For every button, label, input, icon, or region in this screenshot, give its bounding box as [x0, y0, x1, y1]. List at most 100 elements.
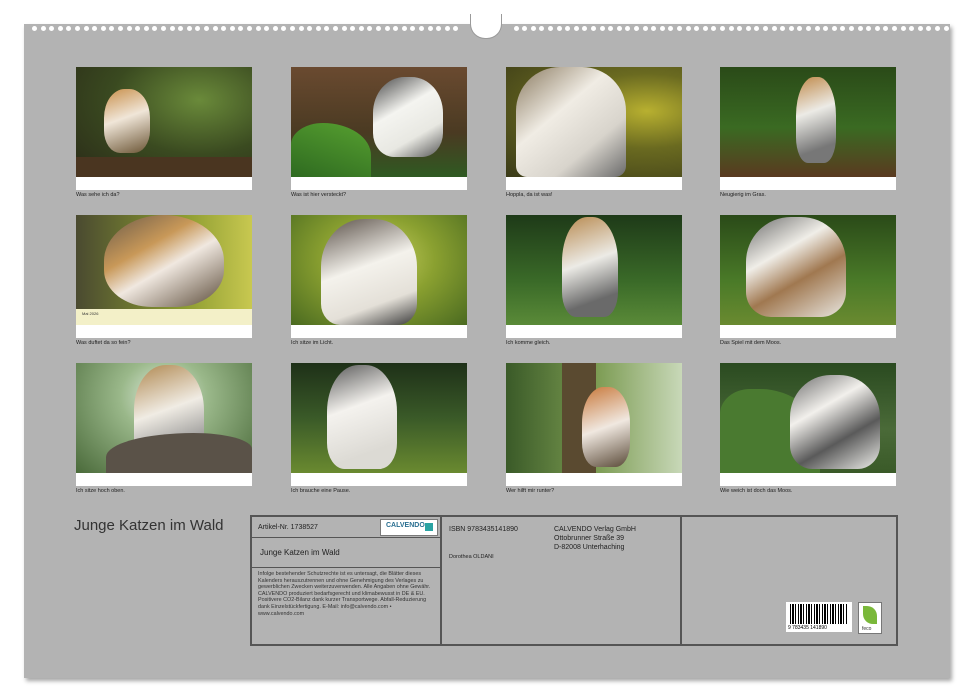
isbn: ISBN 9783435141890 [449, 526, 518, 533]
kitten-photo [76, 67, 252, 177]
binding-hole [892, 26, 897, 31]
mini-calendar-month: Mai 2026 [82, 311, 99, 316]
binding-hole [152, 26, 158, 31]
kitten-photo: Mai 2026 [76, 215, 252, 325]
binding-hole [195, 26, 201, 31]
calendar-tile[interactable]: Was sehe ich da? [76, 67, 252, 198]
product-title: Junge Katzen im Wald [260, 548, 340, 557]
binding-hole [221, 26, 227, 31]
kitten-photo [291, 67, 467, 177]
binding-hole [315, 26, 321, 31]
binding-hole [831, 26, 837, 31]
binding-hole [238, 26, 244, 31]
imprint-box: Artikel-Nr. 1738527 CALVENDO Junge Katze… [250, 515, 898, 646]
binding-hole [530, 26, 536, 31]
calendar-tile[interactable]: Das Spiel mit dem Moos. [720, 215, 896, 346]
barcode-number: 9 783435 141890 [788, 625, 827, 631]
leaf-icon [863, 606, 877, 624]
calendar-tile[interactable]: Ich sitze im Licht. [291, 215, 467, 346]
tile-caption: Wer hilft mir runter? [506, 488, 555, 494]
calendar-tile[interactable]: Wie weich ist doch das Moos. [720, 363, 896, 494]
binding-hole [376, 26, 381, 31]
binding-hole [909, 26, 915, 31]
binding-hole [178, 26, 184, 31]
binding-hole [229, 26, 235, 31]
binding-hole [427, 26, 433, 31]
binding-hole [849, 26, 854, 31]
binding-hole [444, 26, 450, 31]
binding-hole [247, 26, 252, 31]
binding-hole [436, 26, 442, 31]
caption-strip [506, 177, 682, 190]
binding-hole [83, 26, 89, 31]
calendar-tile[interactable]: Ich komme gleich. [506, 215, 682, 346]
binding-hole [797, 26, 803, 31]
divider [252, 537, 440, 538]
binding-hole [582, 26, 588, 31]
binding-hole [926, 26, 932, 31]
caption-strip [291, 177, 467, 190]
calvendo-logo-text: CALVENDO [386, 522, 425, 529]
binding-hole [935, 26, 940, 31]
binding-hole [143, 26, 149, 31]
binding-hole [745, 26, 751, 31]
caption-strip [506, 473, 682, 486]
binding-hole [298, 26, 304, 31]
binding-hole [694, 26, 700, 31]
calendar-tile[interactable]: Wer hilft mir runter? [506, 363, 682, 494]
binding-hole [290, 26, 295, 31]
binding-hole [866, 26, 872, 31]
binding-hole [642, 26, 648, 31]
binding-hole [161, 26, 166, 31]
caption-strip [720, 325, 896, 338]
mini-calendar: Mai 2026 [76, 309, 252, 325]
binding-hole [651, 26, 657, 31]
binding-hole [720, 26, 725, 31]
binding-hole [857, 26, 863, 31]
feco-label: feco [862, 626, 872, 632]
publisher-name: CALVENDO Verlag GmbH [554, 526, 636, 533]
binding-hole [539, 26, 545, 31]
tile-caption: Ich sitze hoch oben. [76, 488, 125, 494]
binding-hole [513, 26, 519, 31]
caption-strip [720, 473, 896, 486]
calendar-tile[interactable]: Ich brauche eine Pause. [291, 363, 467, 494]
binding-hole [118, 26, 123, 31]
calendar-tile[interactable]: Was ist hier versteckt? [291, 67, 467, 198]
calendar-tile[interactable]: Ich sitze hoch oben. [76, 363, 252, 494]
calendar-tile[interactable]: Mai 2026 Was duftet da so fein? [76, 215, 252, 346]
binding-hole [109, 26, 115, 31]
binding-hole [126, 26, 132, 31]
calvendo-logo: CALVENDO [380, 519, 438, 536]
binding-hole [788, 26, 794, 31]
binding-hole [917, 26, 923, 31]
barcode-bars [790, 604, 848, 624]
binding-hole [900, 26, 906, 31]
calendar-tile[interactable]: Hoppla, da ist was! [506, 67, 682, 198]
binding-hole [419, 26, 424, 31]
divider [440, 517, 442, 644]
caption-strip [506, 325, 682, 338]
binding-hole [840, 26, 846, 31]
kitten-photo [506, 363, 682, 473]
binding-hole [264, 26, 270, 31]
calendar-tile[interactable]: Neugierig im Gras. [720, 67, 896, 198]
binding-hole [367, 26, 373, 31]
binding-hole [711, 26, 717, 31]
binding-hole [728, 26, 734, 31]
calendar-title: Junge Katzen im Wald [74, 517, 224, 534]
binding-hole [591, 26, 596, 31]
publisher-city: D-82008 Unterhaching [554, 544, 625, 551]
article-number: Artikel-Nr. 1738527 [258, 524, 318, 531]
binding-hole [169, 26, 175, 31]
binding-hole [204, 26, 209, 31]
binding-hole [522, 26, 528, 31]
kitten-photo [76, 363, 252, 473]
binding-hole [255, 26, 261, 31]
binding-hole [57, 26, 63, 31]
binding-hole [737, 26, 743, 31]
binding-hole [702, 26, 708, 31]
kitten-photo [720, 363, 896, 473]
binding-hole [358, 26, 364, 31]
tile-caption: Ich sitze im Licht. [291, 340, 334, 346]
